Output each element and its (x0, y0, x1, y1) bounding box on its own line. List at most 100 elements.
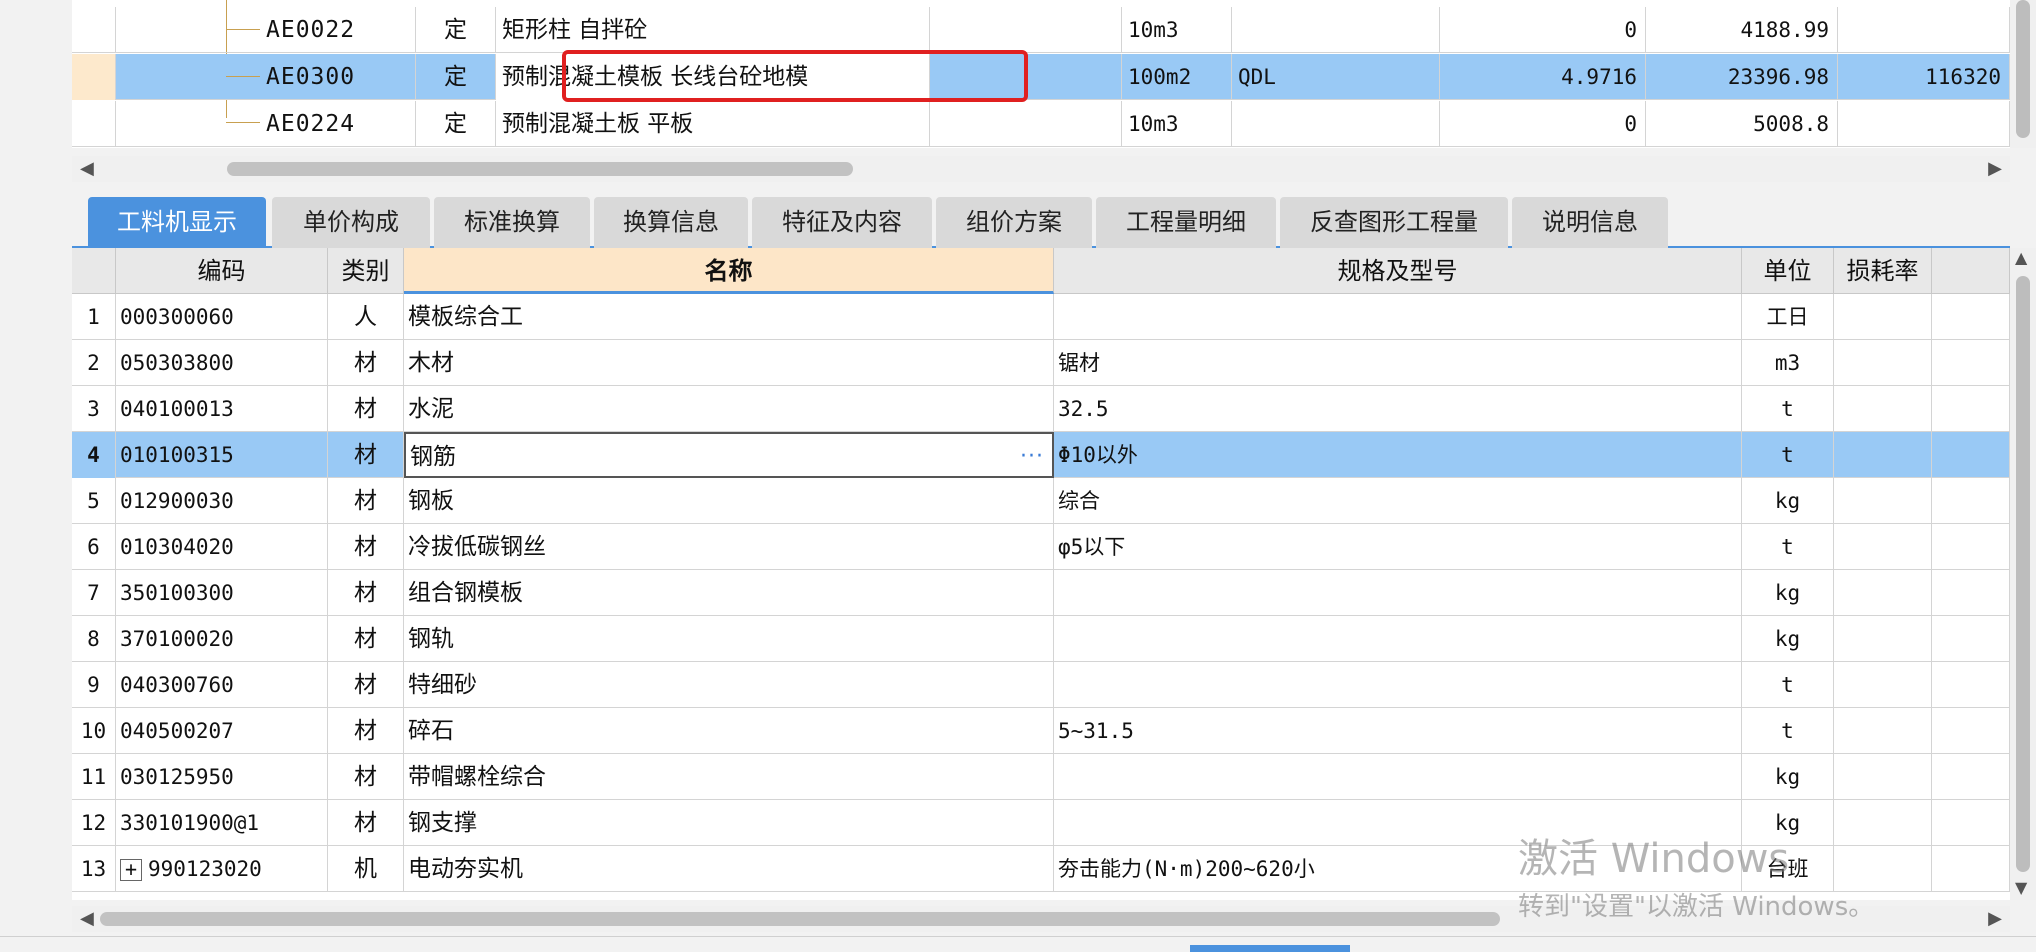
scroll-down-icon[interactable]: ▼ (2015, 878, 2027, 897)
tab-standard-conversion[interactable]: 标准换算 (434, 197, 590, 248)
resource-unit[interactable]: t (1742, 524, 1834, 570)
resource-category[interactable]: 人 (328, 294, 404, 340)
resource-loss-rate[interactable] (1834, 616, 1932, 662)
resource-name[interactable]: 电动夯实机 (404, 846, 1054, 892)
header-corner[interactable] (72, 248, 116, 294)
quota-unit-price[interactable]: 23396.98 (1646, 54, 1838, 100)
resource-name[interactable]: 钢筋 ··· (404, 432, 1054, 478)
resource-code[interactable]: 000300060 (116, 294, 328, 340)
quota-unit[interactable]: 10m3 (1122, 7, 1232, 53)
resource-unit[interactable]: kg (1742, 754, 1834, 800)
table-row[interactable]: 7 350100300 材组合钢模板 kg (72, 570, 2010, 616)
resource-code[interactable]: 040500207 (116, 708, 328, 754)
resource-extra[interactable] (1932, 386, 2010, 432)
row-number[interactable]: 2 (72, 340, 116, 386)
row-number[interactable]: 3 (72, 386, 116, 432)
lower-vertical-scrollbar[interactable]: ▲ ▼ (2010, 248, 2036, 900)
resource-extra[interactable] (1932, 294, 2010, 340)
column-header-category[interactable]: 类别 (328, 248, 404, 294)
quota-spec[interactable] (930, 101, 1122, 147)
quota-total[interactable] (1838, 101, 2010, 147)
resource-spec[interactable] (1054, 294, 1742, 340)
resource-category[interactable]: 材 (328, 340, 404, 386)
resource-spec[interactable]: 32.5 (1054, 386, 1742, 432)
tab-unit-price-composition[interactable]: 单价构成 (272, 197, 430, 248)
resource-unit[interactable]: t (1742, 432, 1834, 478)
column-header-code[interactable]: 编码 (116, 248, 328, 294)
column-header-name[interactable]: 名称 (404, 248, 1054, 294)
resource-extra[interactable] (1932, 524, 2010, 570)
tab-quantity-detail[interactable]: 工程量明细 (1096, 197, 1276, 248)
scroll-up-icon[interactable]: ▲ (2015, 248, 2027, 267)
resource-loss-rate[interactable] (1834, 432, 1932, 478)
resource-loss-rate[interactable] (1834, 570, 1932, 616)
resource-category[interactable]: 材 (328, 570, 404, 616)
quota-quantity[interactable]: 0 (1440, 7, 1646, 53)
resource-unit[interactable]: kg (1742, 616, 1834, 662)
quota-spec[interactable] (930, 7, 1122, 53)
resource-spec[interactable] (1054, 570, 1742, 616)
column-header-spec[interactable]: 规格及型号 (1054, 248, 1742, 294)
row-number[interactable]: 1 (72, 294, 116, 340)
scroll-left-icon[interactable]: ◀ (80, 158, 94, 179)
row-number[interactable]: 12 (72, 800, 116, 846)
table-row[interactable]: 9 040300760 材特细砂 t (72, 662, 2010, 708)
resource-code[interactable]: 040300760 (116, 662, 328, 708)
resource-spec[interactable]: 5~31.5 (1054, 708, 1742, 754)
table-row-selected[interactable]: 4 010100315 材钢筋 ··· Φ10以外 t (72, 432, 2010, 478)
scrollbar-thumb[interactable] (100, 912, 1500, 926)
resource-spec[interactable]: Φ10以外 (1054, 432, 1742, 478)
quota-unit[interactable]: 10m3 (1122, 101, 1232, 147)
quota-unit-price[interactable]: 4188.99 (1646, 7, 1838, 53)
resource-extra[interactable] (1932, 432, 2010, 478)
resource-unit[interactable]: m3 (1742, 340, 1834, 386)
tab-description-info[interactable]: 说明信息 (1512, 197, 1668, 248)
tab-labor-material-machine[interactable]: 工料机显示 (88, 197, 266, 248)
resource-spec[interactable]: 综合 (1054, 478, 1742, 524)
quota-expression[interactable] (1232, 101, 1440, 147)
resource-name[interactable]: 模板综合工 (404, 294, 1054, 340)
resource-code[interactable]: 350100300 (116, 570, 328, 616)
resource-extra[interactable] (1932, 616, 2010, 662)
more-options-icon[interactable]: ··· (1020, 434, 1044, 476)
table-row[interactable]: 8 370100020 材钢轨 kg (72, 616, 2010, 662)
resource-loss-rate[interactable] (1834, 478, 1932, 524)
table-row[interactable]: 3 040100013 材水泥 32.5 t (72, 386, 2010, 432)
resource-category[interactable]: 材 (328, 708, 404, 754)
resource-category[interactable]: 材 (328, 662, 404, 708)
row-number[interactable]: 5 (72, 478, 116, 524)
table-row[interactable]: 11 030125950 材带帽螺栓综合 kg (72, 754, 2010, 800)
resource-extra[interactable] (1932, 846, 2010, 892)
resource-name[interactable]: 水泥 (404, 386, 1054, 432)
resource-code[interactable]: 040100013 (116, 386, 328, 432)
row-number[interactable]: 7 (72, 570, 116, 616)
resource-name[interactable]: 钢轨 (404, 616, 1054, 662)
resource-unit[interactable]: t (1742, 386, 1834, 432)
resource-spec[interactable]: 锯材 (1054, 340, 1742, 386)
resource-extra[interactable] (1932, 754, 2010, 800)
resource-name[interactable]: 钢支撑 (404, 800, 1054, 846)
resource-category[interactable]: 材 (328, 524, 404, 570)
resource-unit[interactable]: t (1742, 662, 1834, 708)
upper-vertical-scrollbar[interactable] (2010, 0, 2036, 148)
scrollbar-thumb[interactable] (2016, 0, 2030, 138)
column-header-loss-rate[interactable]: 损耗率 (1834, 248, 1932, 294)
resource-spec[interactable] (1054, 616, 1742, 662)
scrollbar-thumb[interactable] (2016, 276, 2030, 872)
quota-code[interactable]: AE0224 (116, 101, 416, 147)
resource-name[interactable]: 钢板 (404, 478, 1054, 524)
scroll-right-icon[interactable]: ▶ (1988, 158, 2002, 179)
resource-loss-rate[interactable] (1834, 708, 1932, 754)
resource-code[interactable]: +990123020 (116, 846, 328, 892)
quota-unit[interactable]: 100m2 (1122, 54, 1232, 100)
resource-extra[interactable] (1932, 478, 2010, 524)
table-row[interactable]: 5 012900030 材钢板 综合 kg (72, 478, 2010, 524)
resource-spec[interactable]: φ5以下 (1054, 524, 1742, 570)
tab-pricing-scheme[interactable]: 组价方案 (936, 197, 1092, 248)
expand-icon[interactable]: + (120, 859, 142, 881)
quota-type[interactable]: 定 (416, 7, 496, 53)
table-row[interactable]: 6 010304020 材冷拔低碳钢丝 φ5以下 t (72, 524, 2010, 570)
resource-category[interactable]: 材 (328, 800, 404, 846)
resource-category[interactable]: 材 (328, 432, 404, 478)
tab-features-content[interactable]: 特征及内容 (752, 197, 932, 248)
